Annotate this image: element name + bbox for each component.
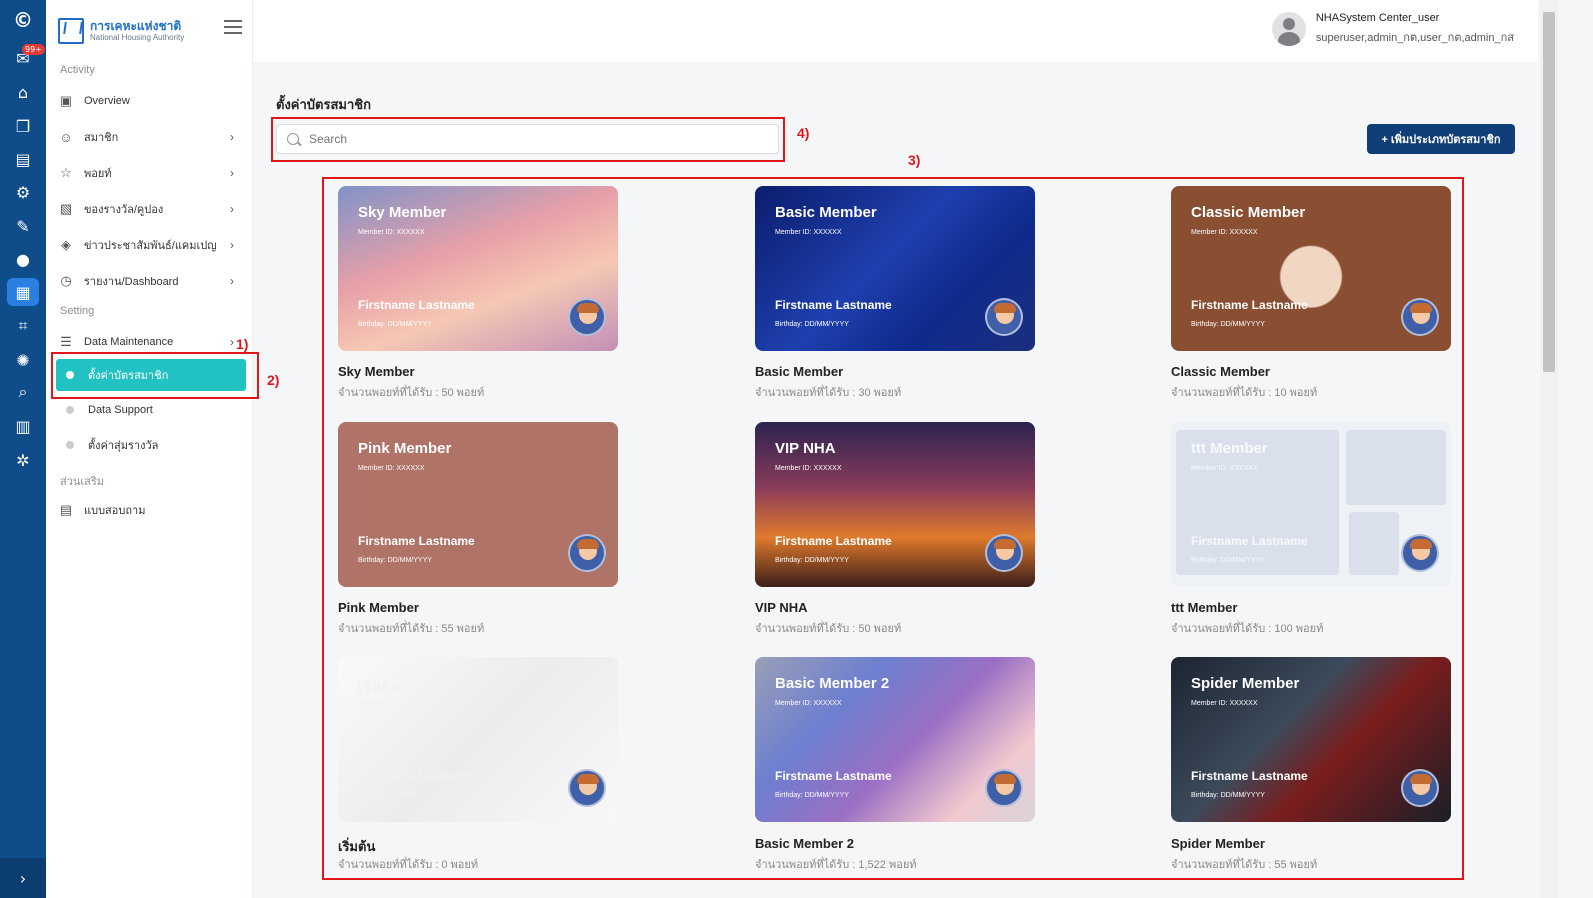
- sidebar-item-members[interactable]: ☺ สมาชิก ›: [58, 124, 248, 150]
- gift-icon: ▧: [59, 201, 73, 216]
- user-name: NHASystem Center_user: [1315, 12, 1440, 24]
- section-extra: ส่วนเสริม: [60, 476, 105, 488]
- sidebar-item-label: แบบสอบถาม: [84, 505, 146, 517]
- sidebar-item-report[interactable]: ◷ รายงาน/Dashboard ›: [58, 268, 248, 294]
- chevron-right-icon: ›: [230, 238, 234, 252]
- sidebar-item-label: รายงาน/Dashboard: [84, 276, 179, 288]
- sidebar-subitem-random-reward[interactable]: ตั้งค่าสุ่มรางวัล: [56, 429, 246, 461]
- settings-icon[interactable]: ⚙: [7, 178, 39, 206]
- avatar: [1271, 12, 1306, 46]
- page-title: ตั้งค่าบัตรสมาชิก: [276, 97, 371, 112]
- search-rail-icon[interactable]: ⌕: [7, 378, 39, 406]
- star-icon: ☆: [60, 165, 72, 180]
- edit-icon[interactable]: ✎: [7, 212, 39, 240]
- annotation-label-3: 3): [908, 152, 921, 168]
- add-card-type-button[interactable]: + เพิ่มประเภทบัตรสมาชิก: [1367, 124, 1515, 154]
- annotation-box-menu: [51, 352, 259, 399]
- logo-english-text: National Housing Authority: [90, 32, 185, 42]
- document-icon[interactable]: ▤: [7, 145, 39, 173]
- notification-badge: 99+: [22, 44, 45, 55]
- grid-icon: ▣: [59, 93, 73, 108]
- member-icon: ☺: [59, 129, 73, 145]
- copy-icon[interactable]: ❐: [7, 112, 39, 140]
- chevron-right-icon: ›: [19, 868, 27, 888]
- sidebar-item-label: Overview: [84, 95, 130, 107]
- sidebar-subitem-label: Data Support: [88, 404, 153, 416]
- gear-icon[interactable]: ✺: [7, 346, 39, 374]
- box-icon: ◈: [61, 237, 71, 252]
- annotation-label-2: 2): [267, 372, 280, 388]
- section-activity: Activity: [60, 64, 95, 76]
- home-icon[interactable]: ⌂: [7, 78, 39, 106]
- sidebar-subitem-label: ตั้งค่าสุ่มรางวัล: [88, 440, 159, 452]
- dashboard-icon[interactable]: ▦: [7, 278, 39, 306]
- annotation-box-search: [271, 117, 785, 162]
- chart-icon[interactable]: ▥: [7, 412, 39, 440]
- scroll-thumb[interactable]: [1543, 12, 1555, 372]
- sidebar-item-label: สมาชิก: [84, 132, 119, 144]
- logo-thai-text: การเคหะแห่งชาติ: [90, 18, 182, 33]
- chevron-right-icon: ›: [230, 202, 234, 216]
- report-icon: ◷: [60, 273, 72, 288]
- sidebar-item-overview[interactable]: ▣ Overview: [58, 88, 248, 114]
- chevron-right-icon: ›: [230, 274, 234, 288]
- sidebar-item-news[interactable]: ◈ ข่าวประชาสัมพันธ์/แคมเปญ ›: [58, 232, 248, 258]
- chevron-right-icon: ›: [230, 335, 234, 349]
- icon-rail: © ✉ 99+ ⌂ ❐ ▤ ⚙ ✎ ● ▦ ⌗ ✺ ⌕ ▥ ✲ ›: [0, 0, 46, 898]
- team-icon[interactable]: ⌗: [7, 312, 39, 340]
- sliders-icon: ☰: [60, 334, 72, 349]
- menu-toggle-icon[interactable]: [224, 20, 242, 34]
- app-logo-icon[interactable]: ©: [7, 6, 39, 34]
- user-profile[interactable]: NHASystem Center_user superuser,admin_กต…: [1271, 12, 1514, 46]
- annotation-box-cards: [322, 177, 1464, 880]
- sidebar-item-rewards[interactable]: ▧ ของรางวัล/คูปอง ›: [58, 196, 248, 222]
- sidebar-item-survey[interactable]: ▤ แบบสอบถาม: [58, 497, 248, 523]
- page-scrollbar[interactable]: [1540, 0, 1558, 898]
- bullet-icon: [66, 441, 74, 449]
- nha-logo-icon: [58, 18, 84, 44]
- expand-rail-button[interactable]: ›: [0, 858, 46, 898]
- sidebar: การเคหะแห่งชาติ National Housing Authori…: [46, 0, 253, 898]
- bullet-icon: [66, 406, 74, 414]
- annotation-label-4: 4): [797, 125, 810, 141]
- sidebar-item-points[interactable]: ☆ พอยท์ ›: [58, 160, 248, 186]
- sidebar-item-label: พอยท์: [84, 168, 112, 180]
- sidebar-item-label: ของรางวัล/คูปอง: [84, 204, 164, 216]
- sidebar-item-label: Data Maintenance: [84, 336, 174, 348]
- section-setting: Setting: [60, 305, 95, 317]
- user-roles: superuser,admin_กต,user_กต,admin_กส: [1315, 32, 1514, 44]
- annotation-label-1: 1): [236, 336, 249, 352]
- user-icon[interactable]: ●: [7, 245, 39, 273]
- sidebar-item-label: ข่าวประชาสัมพันธ์/แคมเปญ: [84, 240, 217, 252]
- top-bar: NHASystem Center_user superuser,admin_กต…: [253, 0, 1538, 62]
- chevron-right-icon: ›: [230, 130, 234, 144]
- nha-logo[interactable]: การเคหะแห่งชาติ National Housing Authori…: [58, 18, 184, 44]
- survey-icon: ▤: [59, 502, 73, 517]
- chevron-right-icon: ›: [230, 166, 234, 180]
- cogs-icon[interactable]: ✲: [7, 446, 39, 474]
